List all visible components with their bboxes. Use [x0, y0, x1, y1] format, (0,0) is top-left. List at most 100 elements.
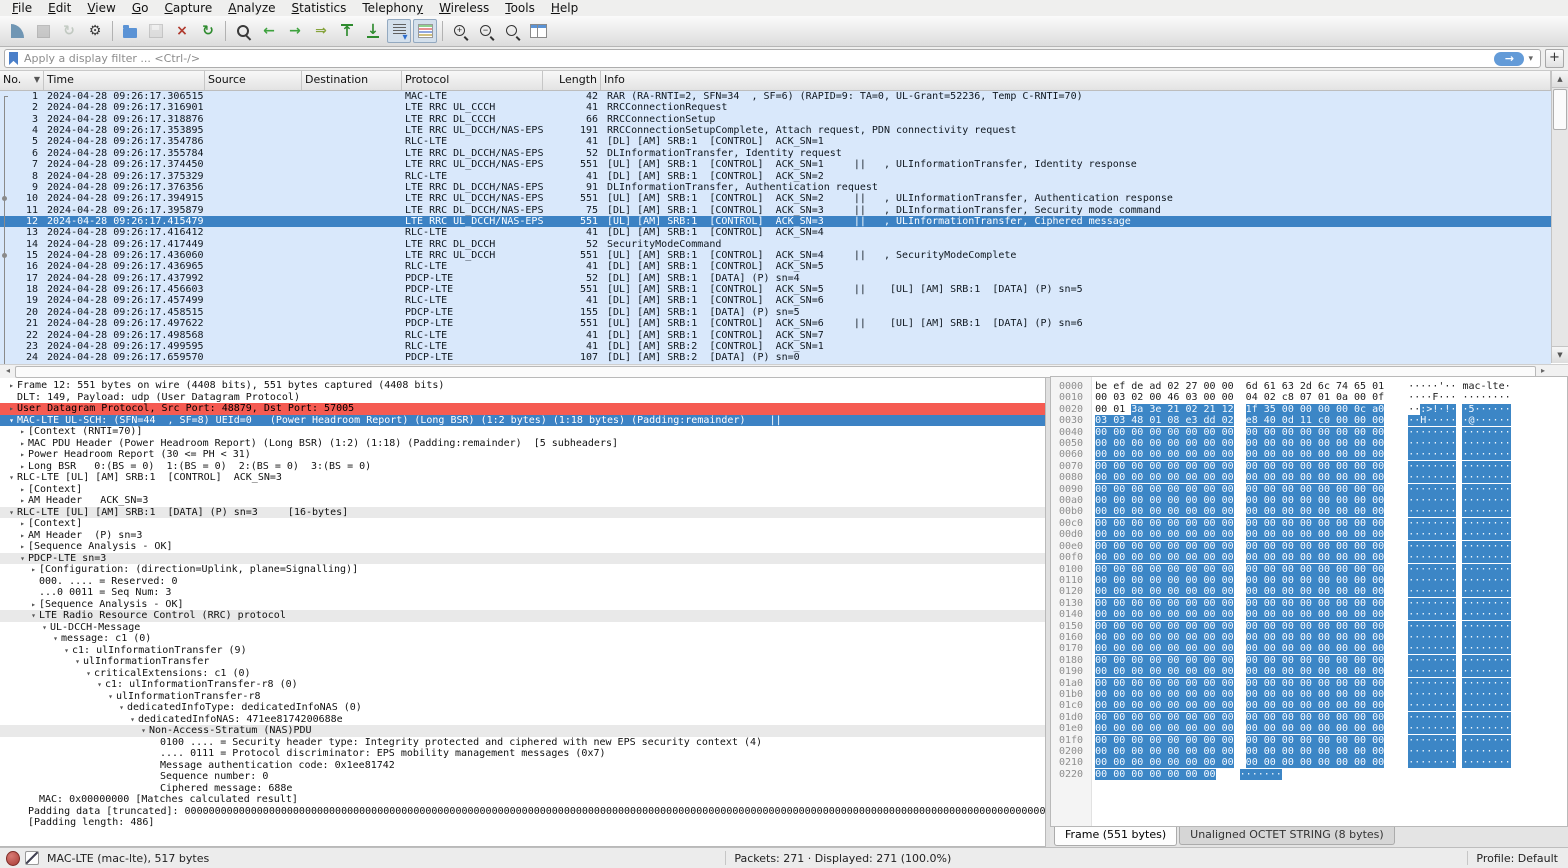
hex-row[interactable]: 00c0 00 00 00 00 00 00 00 00 00 00 00 00…	[1059, 518, 1567, 529]
expander-closed-icon[interactable]: ▸	[17, 449, 28, 461]
vscroll-up-arrow-icon[interactable]: ▲	[1552, 71, 1568, 88]
expander-open-icon[interactable]: ▾	[61, 645, 72, 657]
status-profile[interactable]: Profile: Default	[1476, 852, 1568, 865]
packet-row[interactable]: 92024-04-28 09:26:17.376356LTE RRC DL_DC…	[0, 182, 1551, 193]
detail-line[interactable]: MAC: 0x00000000 [Matches calculated resu…	[0, 794, 1045, 806]
detail-line[interactable]: ▾dedicatedInfoNAS: 471ee8174200688e	[0, 714, 1045, 726]
detail-line[interactable]: [Padding length: 486]	[0, 817, 1045, 829]
hex-row[interactable]: 0200 00 00 00 00 00 00 00 00 00 00 00 00…	[1059, 746, 1567, 757]
detail-line[interactable]: ▸MAC PDU Header (Power Headroom Report) …	[0, 438, 1045, 450]
find-packet-button[interactable]	[231, 19, 255, 43]
packet-row[interactable]: 222024-04-28 09:26:17.498568RLC-LTE41[DL…	[0, 330, 1551, 341]
packet-row[interactable]: 172024-04-28 09:26:17.437992PDCP-LTE52[D…	[0, 273, 1551, 284]
expander-open-icon[interactable]: ▾	[94, 679, 105, 691]
expander-open-icon[interactable]: ▾	[6, 472, 17, 484]
menu-edit[interactable]: Edit	[40, 0, 79, 16]
packet-row[interactable]: 22024-04-28 09:26:17.316901LTE RRC UL_CC…	[0, 102, 1551, 113]
expander-closed-icon[interactable]: ▸	[28, 564, 39, 576]
capture-comment-icon[interactable]	[25, 851, 39, 865]
close-capture-file-button[interactable]: ×	[170, 19, 194, 43]
save-capture-file-button[interactable]	[144, 19, 168, 43]
hex-row[interactable]: 00e0 00 00 00 00 00 00 00 00 00 00 00 00…	[1059, 541, 1567, 552]
resize-columns-button[interactable]	[526, 19, 550, 43]
detail-line[interactable]: ▸AM Header ACK_SN=3	[0, 495, 1045, 507]
expander-closed-icon[interactable]: ▸	[17, 518, 28, 530]
expander-closed-icon[interactable]: ▸	[6, 380, 17, 392]
expander-closed-icon[interactable]: ▸	[17, 530, 28, 542]
zoom-normal-button[interactable]	[500, 19, 524, 43]
open-capture-file-button[interactable]	[118, 19, 142, 43]
hex-row[interactable]: 00f0 00 00 00 00 00 00 00 00 00 00 00 00…	[1059, 552, 1567, 563]
detail-line[interactable]: ▾PDCP-LTE sn=3	[0, 553, 1045, 565]
expander-open-icon[interactable]: ▾	[6, 415, 17, 427]
detail-line[interactable]: ▾ulInformationTransfer	[0, 656, 1045, 668]
expander-closed-icon[interactable]: ▸	[6, 403, 17, 415]
menu-file[interactable]: File	[4, 0, 40, 16]
hex-row[interactable]: 01b0 00 00 00 00 00 00 00 00 00 00 00 00…	[1059, 689, 1567, 700]
menu-statistics[interactable]: Statistics	[284, 0, 355, 16]
display-filter-input[interactable]	[22, 50, 1494, 67]
hex-row[interactable]: 0190 00 00 00 00 00 00 00 00 00 00 00 00…	[1059, 666, 1567, 677]
detail-line[interactable]: ▸AM Header (P) sn=3	[0, 530, 1045, 542]
detail-line[interactable]: ▾ulInformationTransfer-r8	[0, 691, 1045, 703]
packet-row[interactable]: 202024-04-28 09:26:17.458515PDCP-LTE155[…	[0, 307, 1551, 318]
packet-row[interactable]: 142024-04-28 09:26:17.417449LTE RRC DL_D…	[0, 239, 1551, 250]
packet-row[interactable]: 72024-04-28 09:26:17.374450LTE RRC UL_DC…	[0, 159, 1551, 170]
filter-dropdown-caret-icon[interactable]: ▾	[1524, 54, 1537, 64]
detail-line[interactable]: Message authentication code: 0x1ee81742	[0, 760, 1045, 772]
hex-row[interactable]: 0020 00 01 3a 3e 21 02 21 12 1f 35 00 00…	[1059, 404, 1567, 415]
packet-row[interactable]: 112024-04-28 09:26:17.395879LTE RRC DL_D…	[0, 205, 1551, 216]
detail-line[interactable]: Ciphered message: 688e	[0, 783, 1045, 795]
apply-filter-button[interactable]: →	[1494, 52, 1524, 66]
detail-line[interactable]: 000. .... = Reserved: 0	[0, 576, 1045, 588]
expander-open-icon[interactable]: ▾	[72, 656, 83, 668]
hex-row[interactable]: 01e0 00 00 00 00 00 00 00 00 00 00 00 00…	[1059, 723, 1567, 734]
expander-closed-icon[interactable]: ▸	[17, 461, 28, 473]
hex-row[interactable]: 0130 00 00 00 00 00 00 00 00 00 00 00 00…	[1059, 598, 1567, 609]
go-forward-button[interactable]: →	[283, 19, 307, 43]
go-back-button[interactable]: ←	[257, 19, 281, 43]
packet-row[interactable]: 42024-04-28 09:26:17.353895LTE RRC UL_DC…	[0, 125, 1551, 136]
detail-line[interactable]: ▸User Datagram Protocol, Src Port: 48879…	[0, 403, 1045, 415]
packet-row[interactable]: 82024-04-28 09:26:17.375329RLC-LTE41[DL]…	[0, 171, 1551, 182]
detail-line[interactable]: ▾message: c1 (0)	[0, 633, 1045, 645]
expander-closed-icon[interactable]: ▸	[28, 599, 39, 611]
packet-row[interactable]: 242024-04-28 09:26:17.659570PDCP-LTE107[…	[0, 352, 1551, 363]
hex-row[interactable]: 00b0 00 00 00 00 00 00 00 00 00 00 00 00…	[1059, 506, 1567, 517]
detail-line[interactable]: Padding data [truncated]: 00000000000000…	[0, 806, 1045, 818]
column-header-source[interactable]: Source	[205, 71, 302, 90]
detail-line[interactable]: ▾RLC-LTE [UL] [AM] SRB:1 [CONTROL] ACK_S…	[0, 472, 1045, 484]
detail-line[interactable]: ▸Frame 12: 551 bytes on wire (4408 bits)…	[0, 380, 1045, 392]
detail-line[interactable]: ▸[Context]	[0, 518, 1045, 530]
expander-open-icon[interactable]: ▾	[127, 714, 138, 726]
hex-row[interactable]: 01a0 00 00 00 00 00 00 00 00 00 00 00 00…	[1059, 678, 1567, 689]
detail-line[interactable]: ▾MAC-LTE UL-SCH: (SFN=44 , SF=8) UEId=0 …	[0, 415, 1045, 427]
hex-row[interactable]: 0120 00 00 00 00 00 00 00 00 00 00 00 00…	[1059, 586, 1567, 597]
hex-row[interactable]: 0170 00 00 00 00 00 00 00 00 00 00 00 00…	[1059, 643, 1567, 654]
expander-closed-icon[interactable]: ▸	[17, 426, 28, 438]
hex-row[interactable]: 0040 00 00 00 00 00 00 00 00 00 00 00 00…	[1059, 427, 1567, 438]
column-header-time[interactable]: Time	[44, 71, 205, 90]
filter-bookmark-icon[interactable]	[9, 52, 18, 65]
packet-row[interactable]: 32024-04-28 09:26:17.318876LTE RRC DL_CC…	[0, 114, 1551, 125]
expander-open-icon[interactable]: ▾	[6, 507, 17, 519]
menu-analyze[interactable]: Analyze	[220, 0, 283, 16]
packet-row[interactable]: 102024-04-28 09:26:17.394915LTE RRC UL_D…	[0, 193, 1551, 204]
hex-row[interactable]: 0220 00 00 00 00 00 00 00 ·······	[1059, 769, 1567, 780]
detail-line[interactable]: ▸[Sequence Analysis - OK]	[0, 599, 1045, 611]
detail-line[interactable]: ▾c1: ulInformationTransfer (9)	[0, 645, 1045, 657]
zoom-in-button[interactable]: +	[448, 19, 472, 43]
expander-open-icon[interactable]: ▾	[83, 668, 94, 680]
column-header-protocol[interactable]: Protocol	[402, 71, 543, 90]
vscroll-down-arrow-icon[interactable]: ▼	[1552, 346, 1568, 363]
hex-row[interactable]: 0090 00 00 00 00 00 00 00 00 00 00 00 00…	[1059, 484, 1567, 495]
byte-view-tab[interactable]: Frame (551 bytes)	[1054, 827, 1177, 846]
packet-row[interactable]: 12024-04-28 09:26:17.306515MAC-LTE42RAR …	[0, 91, 1551, 102]
hex-row[interactable]: 0110 00 00 00 00 00 00 00 00 00 00 00 00…	[1059, 575, 1567, 586]
detail-line[interactable]: Sequence number: 0	[0, 771, 1045, 783]
restart-capture-button[interactable]: ↻	[57, 19, 81, 43]
go-first-packet-button[interactable]: ↑	[335, 19, 359, 43]
menu-capture[interactable]: Capture	[156, 0, 220, 16]
packet-row[interactable]: 212024-04-28 09:26:17.497622PDCP-LTE551[…	[0, 318, 1551, 329]
capture-options-button[interactable]: ⚙	[83, 19, 107, 43]
